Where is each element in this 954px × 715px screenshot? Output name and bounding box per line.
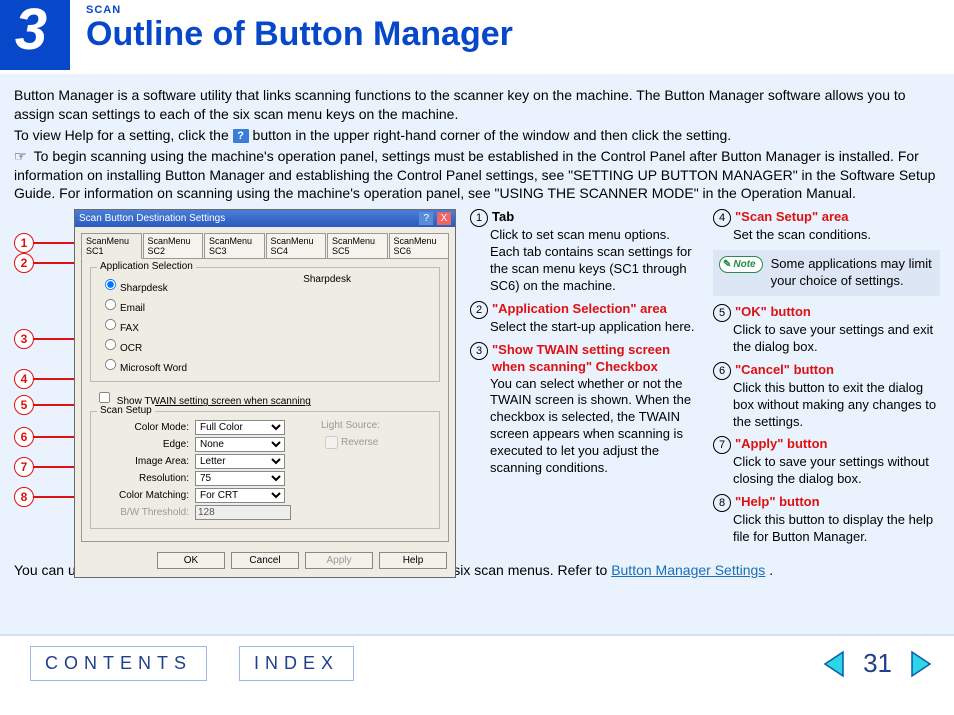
tab-sc2[interactable]: ScanMenu SC2 <box>143 233 204 258</box>
callout-5: 5 <box>14 395 34 415</box>
color-mode-select[interactable]: Full Color <box>195 420 285 435</box>
page-number: 31 <box>863 648 892 679</box>
help-button[interactable]: Help <box>379 552 447 569</box>
radio-word[interactable]: Microsoft Word <box>99 355 187 374</box>
screenshot-column: 1 2 3 4 5 6 7 8 Scan Button Destination … <box>14 209 454 552</box>
footer: CONTENTS INDEX 31 <box>0 634 954 687</box>
prev-page-icon[interactable] <box>821 650 849 678</box>
dialog-titlebar: Scan Button Destination Settings ? X <box>75 210 455 227</box>
body: Button Manager is a software utility tha… <box>0 74 954 634</box>
dialog-title: Scan Button Destination Settings <box>79 213 225 224</box>
ok-button[interactable]: OK <box>157 552 225 569</box>
callout-8: 8 <box>14 487 34 507</box>
intro-p3: ☞ To begin scanning using the machine's … <box>14 147 940 204</box>
chapter-number: 3 <box>0 0 70 70</box>
callout-6: 6 <box>14 427 34 447</box>
page-header: 3 SCAN Outline of Button Manager <box>0 0 954 70</box>
tab-sc3[interactable]: ScanMenu SC3 <box>204 233 265 258</box>
index-button[interactable]: INDEX <box>239 646 354 681</box>
explanations-col-2: 4"Scan Setup" area Set the scan conditio… <box>713 209 940 552</box>
edge-select[interactable]: None <box>195 437 285 452</box>
bw-threshold-input <box>195 505 291 520</box>
radio-email[interactable]: Email <box>99 295 187 314</box>
cancel-button[interactable]: Cancel <box>231 552 299 569</box>
dialog-screenshot: Scan Button Destination Settings ? X Sca… <box>74 209 456 578</box>
page-title: Outline of Button Manager <box>86 16 513 53</box>
callout-1: 1 <box>14 233 34 253</box>
callout-3: 3 <box>14 329 34 349</box>
button-manager-settings-link[interactable]: Button Manager Settings <box>611 562 765 578</box>
app-name-display: Sharpdesk <box>303 274 431 375</box>
twain-checkbox[interactable] <box>99 392 110 403</box>
intro-p1: Button Manager is a software utility tha… <box>14 86 940 124</box>
resolution-select[interactable]: 75 <box>195 471 285 486</box>
note-box: Note Some applications may limit your ch… <box>713 250 940 296</box>
radio-ocr[interactable]: OCR <box>99 335 187 354</box>
tab-sc4[interactable]: ScanMenu SC4 <box>266 233 327 258</box>
image-area-select[interactable]: Letter <box>195 454 285 469</box>
callout-4: 4 <box>14 369 34 389</box>
titlebar-help-icon: ? <box>419 212 433 225</box>
radio-fax[interactable]: FAX <box>99 315 187 334</box>
application-selection-group: Application Selection Sharpdesk Email FA… <box>90 267 440 382</box>
help-icon: ? <box>233 129 249 143</box>
contents-button[interactable]: CONTENTS <box>30 646 207 681</box>
scan-setup-group: Scan Setup Color Mode:Full Color Edge:No… <box>90 411 440 529</box>
intro-p2: To view Help for a setting, click the ? … <box>14 126 940 145</box>
titlebar-close-icon: X <box>437 212 451 225</box>
tabs: ScanMenu SC1 ScanMenu SC2 ScanMenu SC3 S… <box>75 227 455 258</box>
callout-2: 2 <box>14 253 34 273</box>
tab-sc6[interactable]: ScanMenu SC6 <box>389 233 450 258</box>
explanations-col-1: 1Tab Click to set scan menu options. Eac… <box>470 209 697 552</box>
radio-sharpdesk[interactable]: Sharpdesk <box>99 275 187 294</box>
color-matching-select[interactable]: For CRT <box>195 488 285 503</box>
callout-7: 7 <box>14 457 34 477</box>
tab-sc1[interactable]: ScanMenu SC1 <box>81 233 142 259</box>
intro-text: Button Manager is a software utility tha… <box>14 86 940 203</box>
apply-button[interactable]: Apply <box>305 552 373 569</box>
next-page-icon[interactable] <box>906 650 934 678</box>
pointer-icon: ☞ <box>14 147 28 166</box>
tab-sc5[interactable]: ScanMenu SC5 <box>327 233 388 258</box>
note-icon: Note <box>719 256 763 273</box>
